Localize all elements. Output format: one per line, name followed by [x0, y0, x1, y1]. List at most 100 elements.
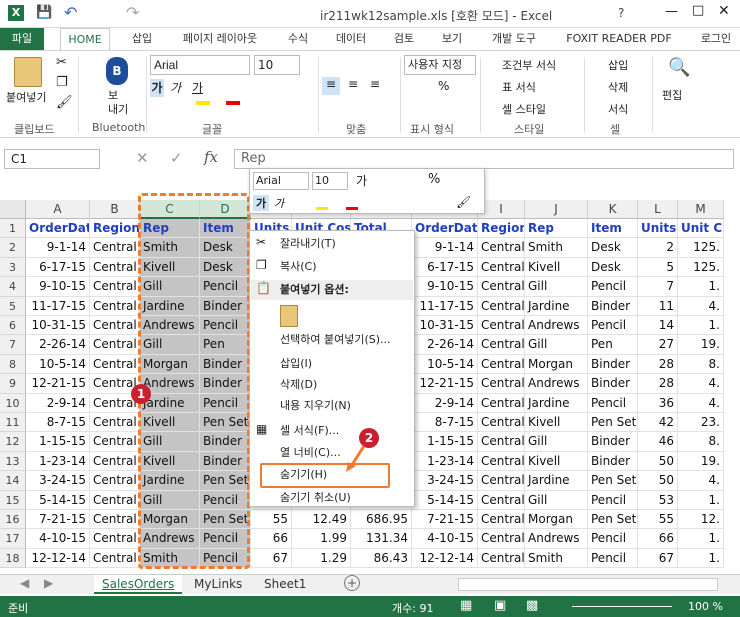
zoom-slider[interactable] [572, 606, 672, 607]
table-cell[interactable]: Gill [525, 490, 588, 510]
table-cell[interactable]: Gill [140, 432, 200, 452]
table-cell[interactable]: Central [90, 257, 140, 278]
table-cell[interactable]: 66 [638, 529, 678, 549]
table-cell[interactable]: Morgan [525, 354, 588, 375]
table-cell[interactable]: 12. [678, 510, 724, 530]
table-cell[interactable]: Central [90, 510, 140, 530]
table-cell[interactable]: Binder [588, 432, 638, 452]
row-header[interactable]: 13 [0, 451, 26, 472]
table-cell[interactable]: Central [478, 393, 525, 413]
table-cell[interactable]: 12-21-15 [412, 374, 478, 394]
table-cell[interactable]: 2-9-14 [412, 393, 478, 413]
table-cell[interactable]: Pencil [200, 277, 251, 297]
table-cell[interactable]: 1.99 [292, 529, 351, 549]
table-cell[interactable]: Desk [588, 257, 638, 278]
minimize-icon[interactable]: — [665, 4, 678, 19]
table-cell[interactable]: Andrews [140, 316, 200, 336]
align-center-icon[interactable]: ≡ [344, 77, 362, 95]
table-cell[interactable]: 131.34 [351, 529, 412, 549]
row-header[interactable]: 1 [0, 219, 26, 239]
table-cell[interactable]: 67 [251, 548, 292, 569]
table-cell[interactable]: 28 [638, 374, 678, 394]
table-cell[interactable]: 7 [638, 277, 678, 297]
table-cell[interactable]: Gill [525, 432, 588, 452]
table-cell[interactable]: Pen [588, 335, 638, 355]
table-format-button[interactable]: 표 서식 [502, 79, 536, 95]
table-cell[interactable]: Central [90, 451, 140, 472]
table-cell[interactable]: Pen Set [200, 413, 251, 433]
bluetooth-icon[interactable]: B [106, 57, 128, 85]
table-cell[interactable]: 4. [678, 374, 724, 394]
table-cell[interactable]: Central [478, 451, 525, 472]
column-header-a[interactable]: A [26, 200, 90, 219]
table-cell[interactable]: 2-26-14 [26, 335, 90, 355]
table-cell[interactable]: 6-17-15 [412, 257, 478, 278]
menu-format-cells[interactable]: 셀 서식(F)... [280, 422, 339, 440]
table-cell[interactable]: 6-17-15 [26, 257, 90, 278]
table-cell[interactable]: Central [90, 354, 140, 375]
tab-developer[interactable]: 개발 도구 [482, 28, 546, 50]
table-cell[interactable]: 8-7-15 [26, 413, 90, 433]
maximize-icon[interactable]: □ [692, 3, 704, 18]
table-cell[interactable]: Binder [200, 432, 251, 452]
table-cell[interactable]: 12-12-14 [26, 548, 90, 569]
table-cell[interactable]: Pen Set [588, 510, 638, 530]
header-cell[interactable]: OrderDate [26, 219, 90, 239]
formula-input[interactable]: Rep [234, 149, 734, 169]
close-icon[interactable]: ✕ [718, 3, 730, 19]
header-cell[interactable]: OrderDate [412, 219, 478, 239]
table-cell[interactable]: Smith [525, 238, 588, 258]
mini-painter-icon[interactable]: 🖌 [456, 195, 471, 209]
table-cell[interactable]: Central [478, 354, 525, 375]
table-cell[interactable]: 11-17-15 [26, 296, 90, 316]
row-header[interactable]: 4 [0, 277, 26, 297]
page-break-icon[interactable]: ▩ [526, 598, 538, 613]
edit-button[interactable]: 편집 [662, 87, 682, 103]
table-cell[interactable]: Pen Set [200, 510, 251, 530]
table-cell[interactable]: Jardine [525, 296, 588, 316]
table-cell[interactable]: 1. [678, 277, 724, 297]
table-cell[interactable]: Binder [588, 296, 638, 316]
percent-icon[interactable]: % [438, 79, 449, 93]
mini-percent-icon[interactable]: % [428, 172, 440, 187]
menu-column-width[interactable]: 열 너비(C)... [280, 444, 341, 462]
table-cell[interactable]: Pencil [200, 529, 251, 549]
name-box[interactable]: C1 [4, 149, 100, 169]
table-cell[interactable]: 5 [638, 257, 678, 278]
sheet-tab-salesorders[interactable]: SalesOrders [94, 575, 183, 594]
table-cell[interactable]: 9-10-15 [26, 277, 90, 297]
tab-data[interactable]: 데이터 [326, 28, 376, 50]
row-header[interactable]: 18 [0, 548, 26, 569]
table-cell[interactable]: Morgan [140, 354, 200, 375]
row-header[interactable]: 8 [0, 354, 26, 375]
mini-fill-icon[interactable] [316, 207, 328, 210]
table-cell[interactable]: Smith [140, 548, 200, 569]
bluetooth-send-button[interactable]: 보 내기 [108, 89, 128, 117]
table-cell[interactable]: Morgan [525, 510, 588, 530]
table-cell[interactable]: Pencil [588, 277, 638, 297]
table-cell[interactable]: 66 [251, 529, 292, 549]
table-cell[interactable]: 5-14-15 [412, 490, 478, 510]
table-cell[interactable]: 36 [638, 393, 678, 413]
table-cell[interactable]: 1. [678, 490, 724, 510]
insert-cells-button[interactable]: 삽입 [608, 57, 628, 73]
table-cell[interactable]: Central [90, 413, 140, 433]
table-cell[interactable]: Central [478, 432, 525, 452]
table-cell[interactable]: Binder [200, 451, 251, 472]
table-cell[interactable]: Central [90, 277, 140, 297]
table-cell[interactable]: 50 [638, 451, 678, 472]
format-painter-icon[interactable]: 🖌 [56, 95, 73, 110]
table-cell[interactable]: 5-14-15 [26, 490, 90, 510]
tab-foxit[interactable]: FOXIT READER PDF [560, 28, 678, 50]
mini-italic-button[interactable]: 가 [274, 195, 284, 211]
mini-fontcolor-icon[interactable] [346, 207, 358, 210]
mini-size-select[interactable]: 10 [312, 172, 348, 190]
row-header[interactable]: 9 [0, 374, 26, 394]
table-cell[interactable]: 4. [678, 393, 724, 413]
table-cell[interactable]: Central [478, 413, 525, 433]
table-cell[interactable]: 53 [638, 490, 678, 510]
header-cell[interactable]: Region [90, 219, 140, 239]
row-header[interactable]: 17 [0, 529, 26, 549]
table-cell[interactable]: Central [90, 548, 140, 569]
paste-icon[interactable] [14, 57, 42, 87]
